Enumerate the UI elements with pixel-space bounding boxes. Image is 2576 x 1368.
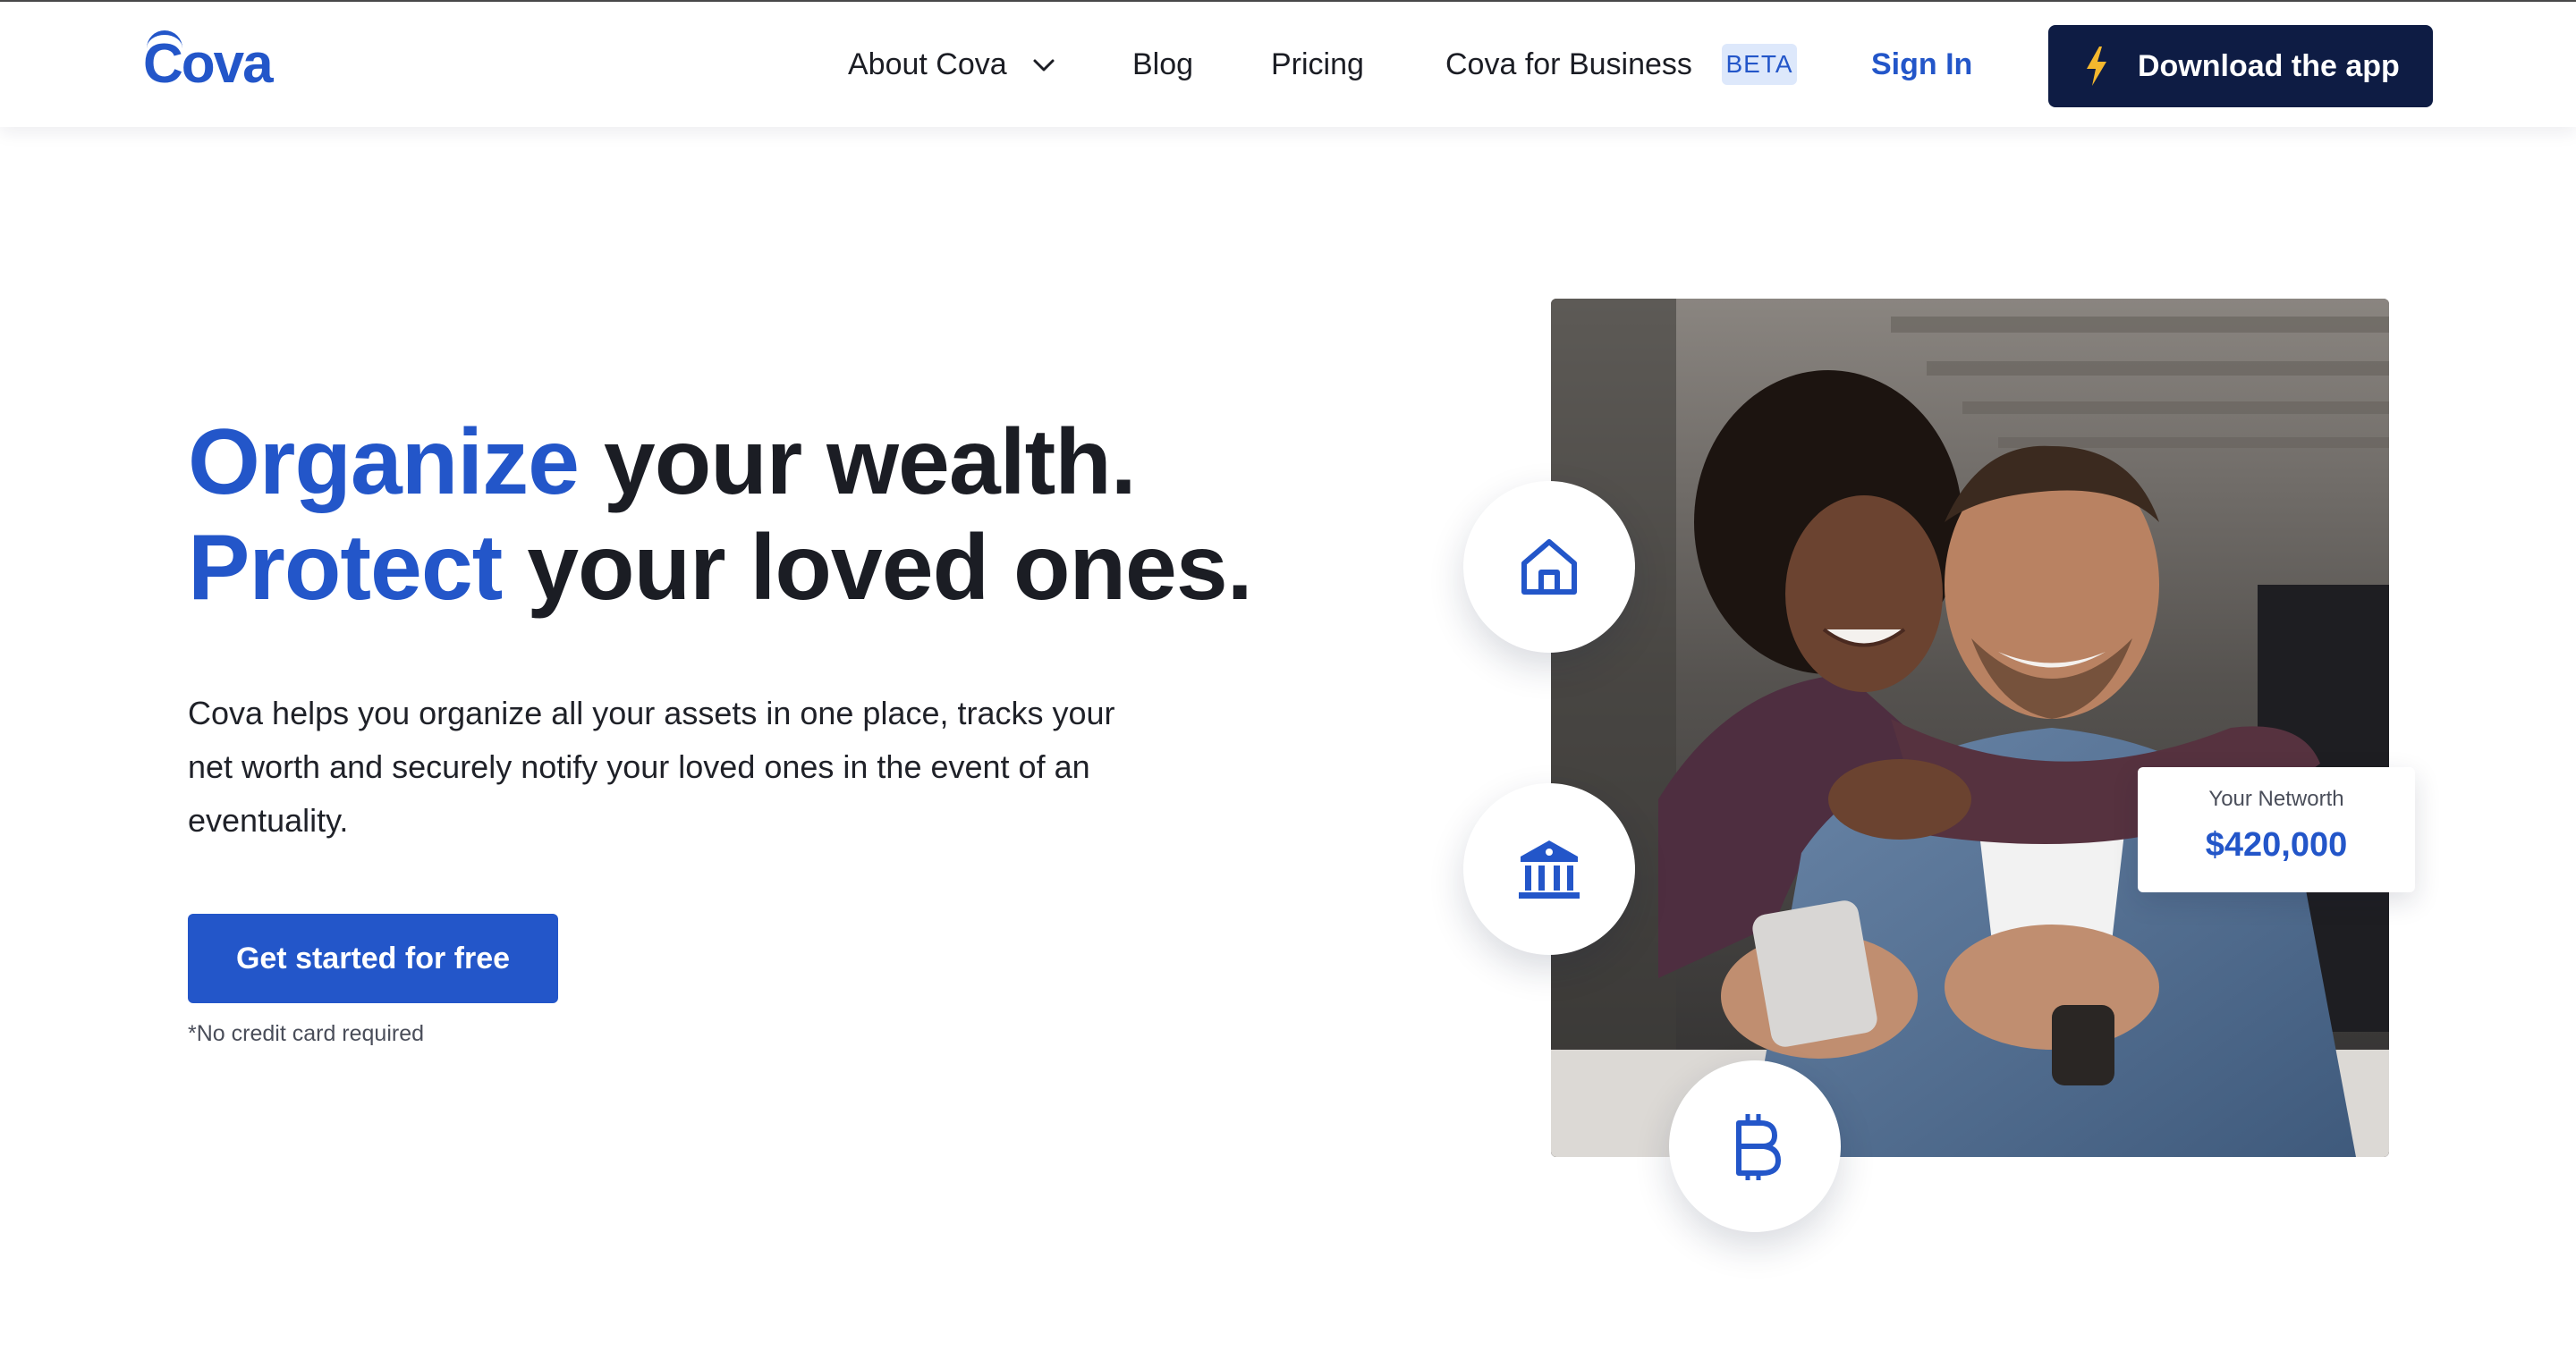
sign-in-link[interactable]: Sign In: [1871, 45, 1972, 84]
home-icon-badge: [1463, 481, 1635, 653]
download-app-label: Download the app: [2138, 49, 2400, 83]
bank-icon-badge: [1463, 783, 1635, 955]
networth-label: Your Networth: [2208, 787, 2344, 811]
hero-headline: Organize your wealth. Protect your loved…: [188, 410, 1351, 621]
beta-badge: BETA: [1722, 44, 1797, 85]
get-started-button[interactable]: Get started for free: [188, 914, 558, 1003]
nav-pricing[interactable]: Pricing: [1271, 45, 1364, 84]
headline-accent-protect: Protect: [188, 516, 503, 620]
cova-logo[interactable]: Cova: [143, 30, 274, 93]
headline-line1-rest: your wealth.: [579, 410, 1137, 514]
hero-description: Cova helps you organize all your assets …: [188, 695, 1115, 839]
bitcoin-icon-badge: [1669, 1060, 1841, 1232]
networth-card: Your Networth $420,000: [2138, 767, 2415, 892]
download-app-button[interactable]: Download the app: [2048, 25, 2433, 107]
nav-blog[interactable]: Blog: [1132, 45, 1193, 84]
home-icon: [1521, 539, 1577, 595]
hero-photo: [1551, 299, 2389, 1157]
nav-about-cova[interactable]: About Cova: [848, 45, 1007, 84]
lightning-bolt-icon: [2087, 46, 2106, 86]
no-credit-card-note: *No credit card required: [188, 1021, 425, 1046]
headline-line2-rest: your loved ones.: [502, 516, 1252, 620]
site-header: Cova About Cova Blog Pricing Cova for Bu…: [0, 2, 2576, 127]
headline-accent-organize: Organize: [188, 410, 580, 514]
nav-cova-for-business[interactable]: Cova for Business: [1445, 45, 1692, 84]
networth-value: $420,000: [2205, 826, 2348, 864]
chevron-down-icon[interactable]: [1030, 52, 1057, 79]
bitcoin-icon: [1736, 1114, 1781, 1180]
bank-icon: [1519, 840, 1580, 899]
